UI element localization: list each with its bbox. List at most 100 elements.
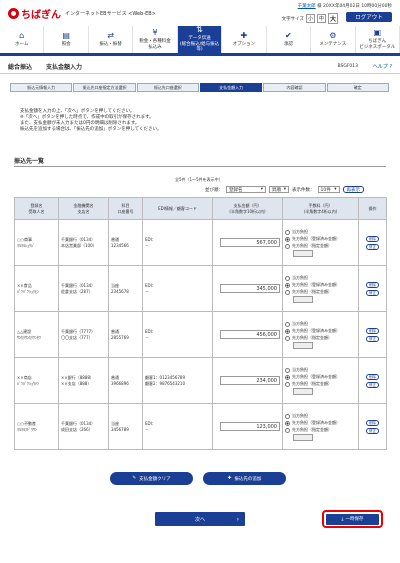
radio-icon bbox=[285, 381, 290, 387]
column-header-amount: 支払金額（円） (半角数字10桁以内) bbox=[212, 197, 283, 220]
fee-amount-input[interactable] bbox=[293, 342, 313, 349]
sort-select[interactable]: 登録名 ▾ bbox=[226, 186, 266, 193]
temporary-save-label: 一時保存 bbox=[345, 517, 364, 522]
user-name[interactable]: 千葉太郎 bbox=[298, 4, 316, 9]
nav-item-transfer[interactable]: ⇄ 振込・振替 bbox=[89, 26, 134, 53]
radio-icon bbox=[285, 289, 290, 295]
nav-item-portal[interactable]: ▣ ちばぎん ビジネスポータル bbox=[356, 26, 400, 53]
account-number: 1234566 bbox=[111, 243, 129, 248]
fee-cell: 当方負担先方負担（登録済み金額） 先方負担（指定金額） bbox=[282, 357, 359, 404]
column-header-account: 科目 口座番号 bbox=[108, 197, 143, 220]
add-payee-label: 振込先の追加 bbox=[234, 476, 262, 482]
edit-button[interactable]: 修正 bbox=[366, 289, 379, 296]
fee-option-radio[interactable]: 先方負担（指定金額） bbox=[285, 381, 356, 387]
amount-cell: 123,000 bbox=[212, 403, 283, 450]
nav-item-inquiry[interactable]: ▤ 照会 bbox=[44, 26, 89, 53]
edit-button[interactable]: 修正 bbox=[366, 427, 379, 434]
order-select[interactable]: 昇順 ▾ bbox=[269, 186, 289, 193]
column-header-fee: 手数料（円） (半角数字4桁以内) bbox=[282, 197, 359, 220]
tax-icon: ¥ bbox=[152, 28, 158, 38]
edi-line-2: － bbox=[145, 426, 149, 432]
fee-option-radio[interactable]: 先方負担（登録済み金額） bbox=[285, 236, 356, 242]
account-number: 2345678 bbox=[111, 289, 129, 294]
fee-option-label: 先方負担（登録済み金額） bbox=[292, 236, 340, 241]
nav-item-maintenance[interactable]: ⚙ メンテナンス bbox=[311, 26, 356, 53]
fee-option-radio[interactable]: 当方負担 bbox=[285, 413, 356, 419]
amount-input[interactable]: 345,000 bbox=[220, 284, 280, 293]
fee-amount-input[interactable] bbox=[293, 250, 313, 257]
next-label: 次へ bbox=[194, 516, 205, 523]
fee-option-radio[interactable]: 先方負担（登録済み金額） bbox=[285, 282, 356, 288]
table-row: △△建設 ｻﾝｶｸｻﾝｶｸｹﾝｾﾂ 千葉銀行（7777） 〇〇支店（777） 普通 285… bbox=[14, 311, 387, 358]
page-title: 総合振込 bbox=[8, 64, 33, 71]
fee-option-label: 先方負担（登録済み金額） bbox=[292, 420, 340, 425]
nav-item-home[interactable]: ⌂ ホーム bbox=[0, 26, 45, 53]
text-size-medium-button[interactable]: 中 bbox=[316, 14, 326, 23]
fee-option-radio[interactable]: 当方負担 bbox=[285, 229, 356, 235]
delete-button[interactable]: 削除 bbox=[366, 235, 379, 242]
text-size-large-button[interactable]: 大 bbox=[327, 13, 338, 24]
edit-button[interactable]: 修正 bbox=[366, 381, 379, 388]
edi-cell: 顧客1：0123456789 顧客2：9876543210 bbox=[142, 357, 213, 404]
redisplay-button[interactable]: 再表示 bbox=[342, 186, 364, 193]
account-number: 3966896 bbox=[111, 381, 129, 386]
amount-input[interactable]: 123,000 bbox=[220, 422, 280, 431]
operation-cell: 削除 修正 bbox=[358, 219, 387, 266]
branch-name: 本店営業部（100） bbox=[61, 242, 97, 248]
edit-button[interactable]: 修正 bbox=[366, 335, 379, 342]
approval-icon: ✔ bbox=[284, 30, 292, 40]
radio-icon bbox=[285, 321, 290, 327]
step-4: 支払金額入力 bbox=[199, 83, 263, 92]
edit-button[interactable]: 修正 bbox=[366, 243, 379, 250]
logout-button[interactable]: ログアウト bbox=[346, 12, 392, 22]
fee-option-label: 先方負担（指定金額） bbox=[292, 243, 332, 248]
logo-mark-icon bbox=[8, 8, 19, 19]
bank-cell: ××銀行（8888） ××支店（888） bbox=[58, 357, 109, 404]
fee-option-radio[interactable]: 先方負担（指定金額） bbox=[285, 335, 356, 341]
account-cell: 普通 3966896 bbox=[108, 357, 143, 404]
help-link[interactable]: ヘルプ ? bbox=[373, 63, 392, 70]
amount-input[interactable]: 456,000 bbox=[220, 330, 280, 339]
fee-option-radio[interactable]: 当方負担 bbox=[285, 321, 356, 327]
radio-icon bbox=[285, 275, 290, 281]
step-3: 振込先口座選択 bbox=[136, 83, 199, 92]
delete-button[interactable]: 削除 bbox=[366, 373, 379, 380]
fee-option-radio[interactable]: 先方負担（登録済み金額） bbox=[285, 328, 356, 334]
edi-line-2: － bbox=[145, 334, 149, 340]
record-count: 全5件（1～5件を表示中） bbox=[175, 177, 223, 182]
fee-option-radio[interactable]: 先方負担（指定金額） bbox=[285, 427, 356, 433]
clear-amount-label: 支払金額クリア bbox=[139, 476, 171, 482]
radio-icon bbox=[285, 229, 290, 235]
next-button[interactable]: 次へ › bbox=[155, 512, 245, 526]
nav-item-label: オプション bbox=[232, 41, 256, 47]
fee-amount-input[interactable] bbox=[293, 296, 313, 303]
nav-item-option[interactable]: ✚ オプション bbox=[222, 26, 267, 53]
add-payee-button[interactable]: ✚ 振込先の追加 bbox=[203, 472, 286, 485]
fee-amount-input[interactable] bbox=[293, 388, 313, 395]
fee-option-label: 当方負担 bbox=[292, 367, 308, 372]
fee-option-radio[interactable]: 先方負担（指定金額） bbox=[285, 243, 356, 249]
amount-input[interactable]: 234,000 bbox=[220, 376, 280, 385]
fee-option-radio[interactable]: 先方負担（登録済み金額） bbox=[285, 374, 356, 380]
text-size-small-button[interactable]: 小 bbox=[305, 14, 315, 23]
clear-amount-button[interactable]: ✎ 支払金額クリア bbox=[110, 472, 193, 485]
fee-option-radio[interactable]: 当方負担 bbox=[285, 367, 356, 373]
instructions: 支払金額を入力の上、「次へ」ボタンを押してください。 ※「次へ」ボタンを押した時… bbox=[20, 109, 161, 133]
payee-name-cell: ○○不動産 ﾏﾙﾏﾙﾌﾄﾞｳｻﾝ bbox=[14, 403, 59, 450]
delete-button[interactable]: 削除 bbox=[366, 327, 379, 334]
delete-button[interactable]: 削除 bbox=[366, 281, 379, 288]
fee-option-radio[interactable]: 当方負担 bbox=[285, 275, 356, 281]
amount-input[interactable]: 567,000 bbox=[220, 238, 280, 247]
fee-option-radio[interactable]: 先方負担（指定金額） bbox=[285, 289, 356, 295]
nav-item-data-transmission[interactable]: ⇅ データ伝送 (総合振込/給与振込等) bbox=[177, 26, 223, 53]
radio-icon bbox=[285, 420, 290, 426]
fee-option-radio[interactable]: 先方負担（登録済み金額） bbox=[285, 420, 356, 426]
section-divider bbox=[14, 166, 386, 167]
nav-item-approval[interactable]: ✔ 承認 bbox=[267, 26, 312, 53]
temporary-save-button[interactable]: ⤓ 一時保存 bbox=[326, 513, 379, 525]
delete-button[interactable]: 削除 bbox=[366, 419, 379, 426]
display-count-select[interactable]: 10件 ▾ bbox=[317, 186, 340, 193]
nav-item-tax[interactable]: ¥ 税金・各種料金 払込み bbox=[133, 26, 178, 53]
fee-amount-input[interactable] bbox=[293, 434, 313, 441]
bank-cell: 千葉銀行（0134） 本店営業部（100） bbox=[58, 219, 109, 266]
